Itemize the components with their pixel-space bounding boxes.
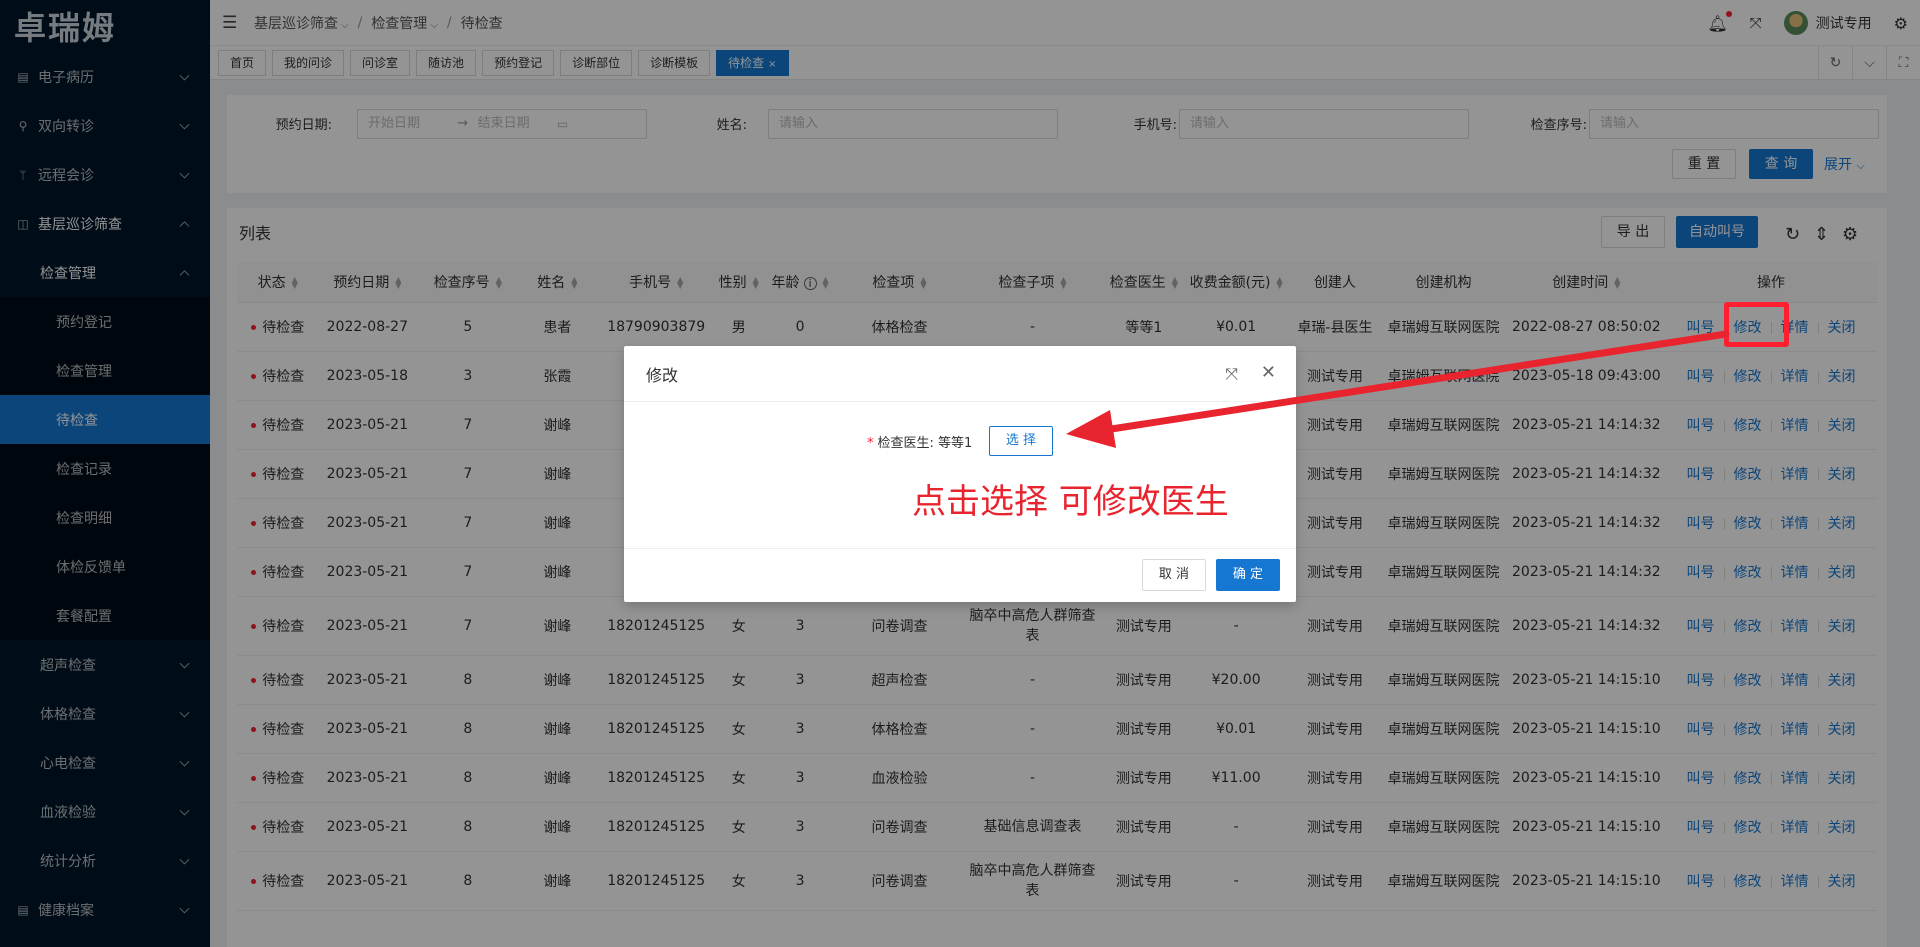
fullscreen-icon[interactable]: ⤧ — [1225, 364, 1238, 384]
doctor-field: * 检查医生: 等等1 — [867, 432, 972, 451]
cancel-button[interactable]: 取 消 — [1142, 559, 1206, 591]
doctor-field-value: 等等1 — [938, 436, 973, 451]
app-root: 卓瑞姆 ▤ 电子病历 ⚲ 双向转诊 ᛘ 远程会诊 ◫ 基层巡诊筛查 检查管理 预约登记 检查管理 待检… — [0, 0, 1920, 947]
confirm-button[interactable]: 确 定 — [1216, 559, 1280, 591]
required-mark: * — [867, 436, 874, 451]
modal-footer: 取 消 确 定 — [624, 548, 1296, 602]
modal-header: 修改 ⤧ ✕ — [624, 346, 1296, 402]
close-icon[interactable]: ✕ — [1261, 362, 1276, 383]
select-doctor-button[interactable]: 选 择 — [989, 426, 1053, 456]
doctor-field-label: 检查医生: — [877, 436, 934, 451]
modal-title: 修改 — [646, 365, 679, 385]
highlight-box — [1724, 302, 1789, 347]
annotation-text: 点击选择 可修改医生 — [912, 482, 1229, 522]
